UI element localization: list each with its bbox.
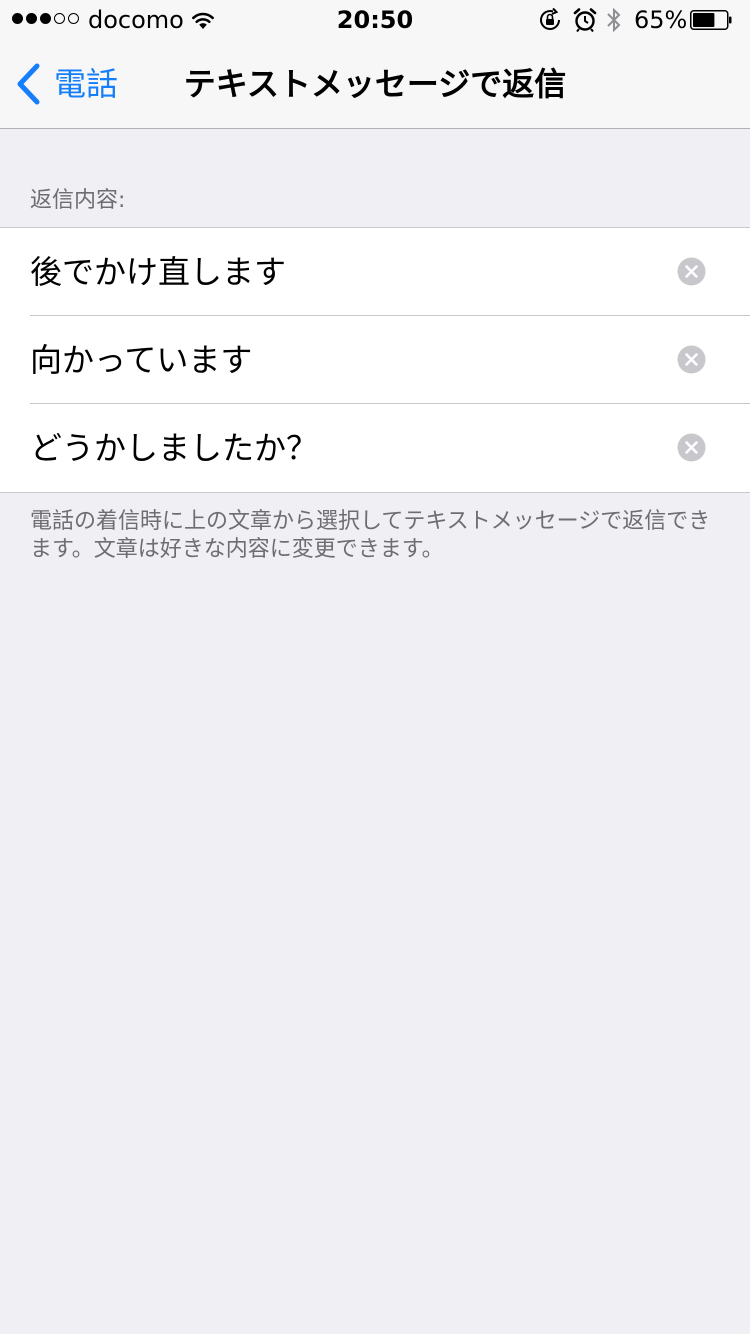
- list-item[interactable]: どうかしましたか？: [30, 404, 750, 492]
- section-header: 返信内容:: [30, 188, 126, 213]
- battery-level-fill: [693, 13, 715, 27]
- alarm-icon: [573, 8, 597, 33]
- top-bar: docomo 20:50 65% 電話 テキストメッセージで返信: [0, 0, 750, 129]
- bluetooth-icon: [607, 7, 621, 33]
- status-bar: docomo 20:50 65%: [0, 0, 750, 40]
- rotation-lock-icon: [540, 7, 560, 30]
- page-title: テキストメッセージで返信: [183, 65, 567, 103]
- clear-icon[interactable]: [677, 433, 706, 462]
- battery-icon: [690, 10, 732, 30]
- reply-list: 後でかけ直します 向かっています どうかしましたか？: [0, 227, 750, 493]
- section-footer: 電話の着信時に上の文章から選択してテキストメッセージで返信できます。文章は好きな…: [30, 509, 711, 562]
- battery-percent: 65%: [634, 6, 688, 34]
- list-item[interactable]: 向かっています: [30, 316, 750, 404]
- list-item[interactable]: 後でかけ直します: [30, 228, 750, 316]
- reply-text[interactable]: どうかしましたか？: [30, 428, 318, 468]
- navigation-bar: 電話 テキストメッセージで返信: [0, 40, 750, 128]
- clear-icon[interactable]: [677, 345, 706, 374]
- reply-text[interactable]: 後でかけ直します: [30, 252, 286, 292]
- reply-text[interactable]: 向かっています: [30, 340, 252, 380]
- clear-icon[interactable]: [677, 257, 706, 286]
